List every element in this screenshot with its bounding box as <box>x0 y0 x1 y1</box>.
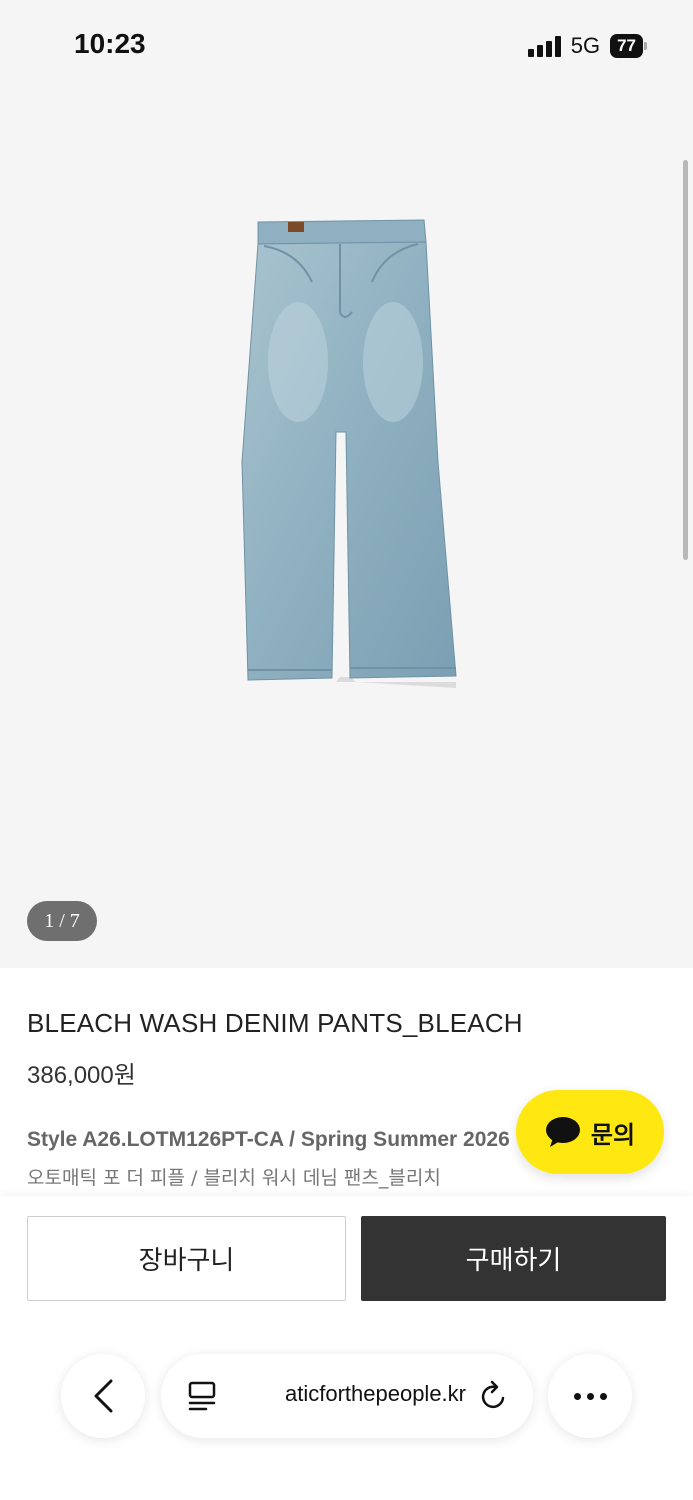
add-to-cart-button[interactable]: 장바구니 <box>27 1216 346 1301</box>
status-bar: 10:23 5G 77 <box>0 0 693 92</box>
battery-icon: 77 <box>610 34 647 58</box>
product-korean-name: 오토매틱 포 더 피플 / 블리치 워시 데님 팬츠_블리치 <box>27 1167 441 1189</box>
product-title: BLEACH WASH DENIM PANTS_BLEACH <box>27 1008 523 1038</box>
status-time: 10:23 <box>74 28 146 59</box>
battery-level: 77 <box>610 34 643 58</box>
url-text[interactable]: aticforthepeople.kr <box>241 1381 466 1407</box>
reader-icon[interactable] <box>187 1380 217 1412</box>
signal-icon <box>527 35 561 57</box>
scroll-indicator[interactable] <box>683 160 688 560</box>
network-type: 5G <box>570 33 601 58</box>
product-style: Style A26.LOTM126PT-CA / Spring Summer 2… <box>27 1128 510 1151</box>
inquiry-label: 문의 <box>590 1121 636 1149</box>
chat-bubble-icon <box>545 1117 580 1147</box>
purchase-action-bar: 장바구니 구매하기 <box>0 1196 693 1316</box>
status-indicators: 5G 77 <box>527 33 647 59</box>
browser-toolbar: aticforthepeople.kr <box>0 1330 693 1500</box>
reload-icon[interactable] <box>479 1380 509 1412</box>
image-pager: 1 / 7 <box>27 901 97 941</box>
buy-now-button[interactable]: 구매하기 <box>361 1216 666 1301</box>
back-button[interactable] <box>61 1354 145 1438</box>
product-gallery[interactable]: 10:23 5G 77 1 / 7 <box>0 0 693 968</box>
chevron-left-icon <box>94 1379 113 1413</box>
address-bar[interactable]: aticforthepeople.kr <box>161 1354 533 1438</box>
product-image[interactable] <box>228 212 468 692</box>
inquiry-button[interactable]: 문의 <box>516 1090 664 1174</box>
more-icon <box>573 1392 581 1400</box>
more-options-button[interactable] <box>548 1354 632 1438</box>
product-price: 386,000원 <box>27 1062 136 1089</box>
